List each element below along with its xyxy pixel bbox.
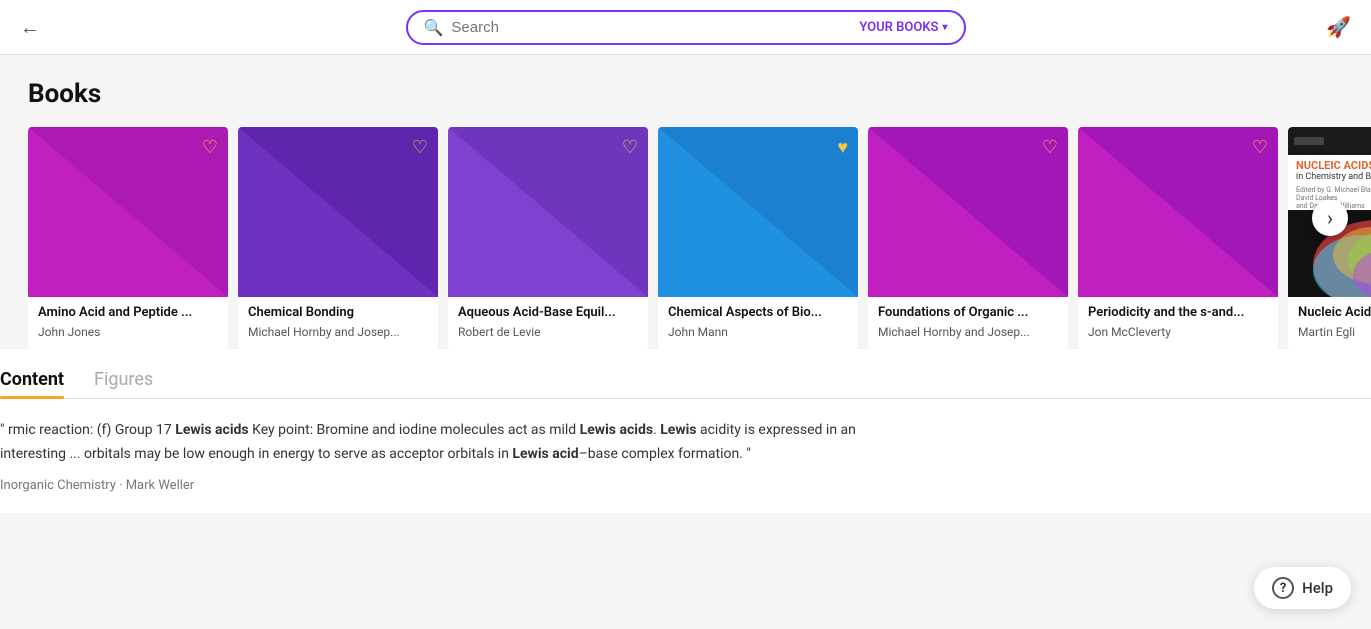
- heart-icon-2[interactable]: ♡: [412, 137, 428, 158]
- back-button[interactable]: ←: [20, 15, 40, 40]
- book-info-3: Aqueous Acid-Base Equil... Robert de Lev…: [448, 297, 648, 349]
- book-author-4: John Mann: [668, 325, 848, 339]
- book-cover-5: ♡: [868, 127, 1068, 297]
- book-info-1: Amino Acid and Peptide ... John Jones: [28, 297, 228, 349]
- book-cover-6: ♡: [1078, 127, 1278, 297]
- heart-icon-3[interactable]: ♡: [622, 137, 638, 158]
- book-cover-2: ♡: [238, 127, 438, 297]
- scope-arrow-icon: ▾: [942, 22, 947, 33]
- content-tabs: Content Figures: [0, 369, 1371, 399]
- book-author-6: Jon McCleverty: [1088, 325, 1268, 339]
- rocket-icon[interactable]: 🚀: [1326, 15, 1351, 39]
- book-card-6[interactable]: ♡ Periodicity and the s-and... Jon McCle…: [1078, 127, 1278, 349]
- book-card-2[interactable]: ♡ Chemical Bonding Michael Hornby and Jo…: [238, 127, 438, 349]
- heart-icon-4[interactable]: ♥: [837, 137, 848, 158]
- book-info-2: Chemical Bonding Michael Hornby and Jose…: [238, 297, 438, 349]
- book-info-4: Chemical Aspects of Bio... John Mann: [658, 297, 858, 349]
- help-circle-icon: ?: [1272, 577, 1294, 599]
- help-button[interactable]: ? Help: [1254, 567, 1351, 609]
- book-author-2: Michael Hornby and Josep...: [248, 325, 428, 339]
- text-part-1: " rmic reaction: (f) Group 17: [0, 422, 175, 438]
- books-section-title: Books: [28, 79, 1343, 109]
- book-card-7[interactable]: NUCLEIC ACIDS in Chemistry and Biology E…: [1288, 127, 1371, 349]
- text-part-2: Key point: Bromine and iodine molecules …: [249, 422, 580, 438]
- book-author-5: Michael Hornby and Josep...: [878, 325, 1058, 339]
- book-card-5[interactable]: ♡ Foundations of Organic ... Michael Hor…: [868, 127, 1068, 349]
- book-card-3[interactable]: ♡ Aqueous Acid-Base Equil... Robert de L…: [448, 127, 648, 349]
- book-title-7: Nucleic Acids in Chemis...: [1298, 305, 1371, 322]
- scope-label: YOUR BOOKS: [859, 20, 938, 35]
- search-scope-button[interactable]: YOUR BOOKS ▾: [859, 20, 947, 35]
- text-bold-1: Lewis acids: [175, 422, 248, 438]
- next-button[interactable]: ›: [1312, 200, 1348, 236]
- content-source: Inorganic Chemistry · Mark Weller: [0, 478, 1371, 493]
- book-info-7: Nucleic Acids in Chemis... Martin Egli: [1288, 297, 1371, 349]
- search-icon: 🔍: [424, 18, 444, 37]
- book-title-5: Foundations of Organic ...: [878, 305, 1058, 322]
- book-title-3: Aqueous Acid-Base Equil...: [458, 305, 638, 322]
- book-title-1: Amino Acid and Peptide ...: [38, 305, 218, 322]
- text-bold-4: Lewis acid: [512, 446, 578, 462]
- book-info-5: Foundations of Organic ... Michael Hornb…: [868, 297, 1068, 349]
- search-bar: 🔍 YOUR BOOKS ▾: [406, 10, 966, 45]
- book-info-6: Periodicity and the s-and... Jon McCleve…: [1078, 297, 1278, 349]
- heart-icon-1[interactable]: ♡: [202, 137, 218, 158]
- header: ← 🔍 YOUR BOOKS ▾ 🚀: [0, 0, 1371, 55]
- book-title-2: Chemical Bonding: [248, 305, 428, 322]
- book-cover-4: ♥: [658, 127, 858, 297]
- books-row: ♡ Amino Acid and Peptide ... John Jones …: [28, 127, 1343, 349]
- tab-content[interactable]: Content: [0, 369, 64, 398]
- text-bold-2: Lewis acids: [580, 422, 653, 438]
- book-card-4[interactable]: ♥ Chemical Aspects of Bio... John Mann: [658, 127, 858, 349]
- heart-icon-6[interactable]: ♡: [1252, 137, 1268, 158]
- text-part-5: –base complex formation. ": [579, 446, 751, 462]
- content-text: " rmic reaction: (f) Group 17 Lewis acid…: [0, 419, 900, 467]
- main-content: Books ♡ Amino Acid and Peptide ... John …: [0, 55, 1371, 349]
- tab-figures[interactable]: Figures: [94, 369, 153, 398]
- search-input[interactable]: [451, 19, 859, 36]
- next-arrow-icon: ›: [1327, 206, 1333, 230]
- book-card-1[interactable]: ♡ Amino Acid and Peptide ... John Jones: [28, 127, 228, 349]
- book-author-7: Martin Egli: [1298, 325, 1371, 339]
- book-author-3: Robert de Levie: [458, 325, 638, 339]
- book-cover-1: ♡: [28, 127, 228, 297]
- help-label: Help: [1302, 579, 1333, 597]
- book-author-1: John Jones: [38, 325, 218, 339]
- book-cover-3: ♡: [448, 127, 648, 297]
- text-bold-3: Lewis: [660, 422, 696, 438]
- heart-icon-5[interactable]: ♡: [1042, 137, 1058, 158]
- book-title-4: Chemical Aspects of Bio...: [668, 305, 848, 322]
- book-title-6: Periodicity and the s-and...: [1088, 305, 1268, 322]
- content-section: Content Figures " rmic reaction: (f) Gro…: [0, 349, 1371, 514]
